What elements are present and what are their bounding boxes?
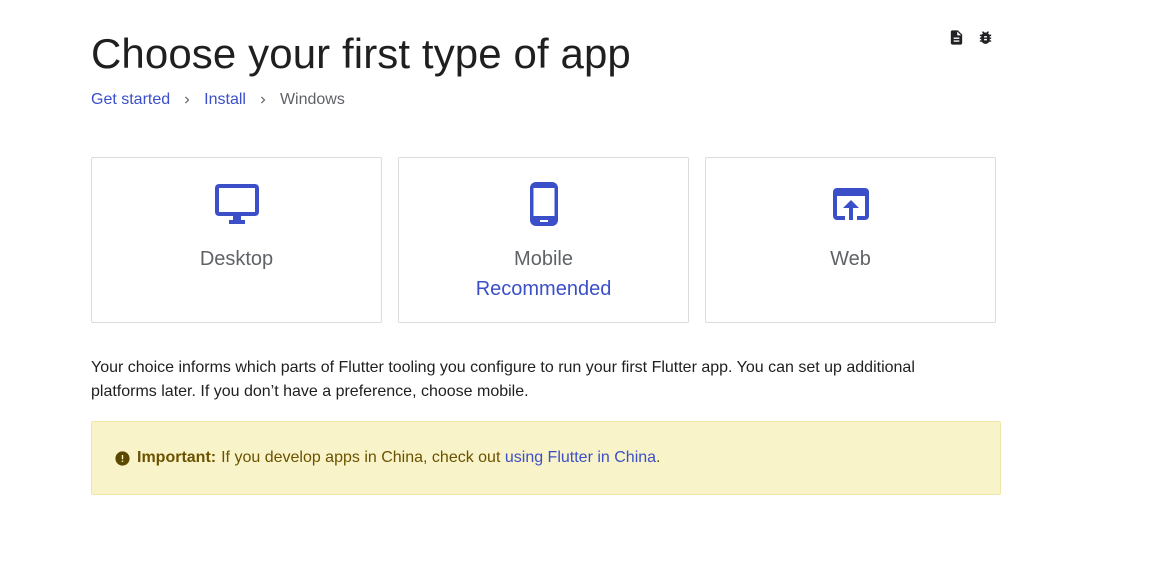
- desktop-icon: [213, 180, 261, 228]
- mobile-card[interactable]: Mobile Recommended: [398, 157, 689, 323]
- mobile-card-label: Mobile: [514, 248, 573, 270]
- breadcrumb-install[interactable]: Install: [204, 90, 246, 110]
- important-callout: Important: If you develop apps in China,…: [91, 421, 1001, 495]
- mobile-icon: [520, 180, 568, 228]
- breadcrumb-windows: Windows: [279, 91, 345, 108]
- chevron-right-icon: [175, 90, 199, 110]
- app-type-cards: Desktop Mobile Recommended Web: [91, 157, 996, 323]
- callout-trailing: .: [656, 449, 661, 466]
- web-card-label: Web: [830, 248, 871, 270]
- breadcrumb: Get started Install Windows: [91, 90, 345, 110]
- recommended-label: Recommended: [475, 278, 612, 300]
- desktop-card[interactable]: Desktop: [91, 157, 382, 323]
- web-icon: [827, 180, 875, 228]
- bug-icon[interactable]: [977, 29, 994, 46]
- chevron-right-icon: [251, 90, 275, 110]
- document-icon[interactable]: [948, 29, 965, 46]
- page-actions: [948, 29, 994, 46]
- description-text: Your choice informs which parts of Flutt…: [91, 359, 915, 400]
- exclamation-circle-icon: [114, 450, 131, 467]
- desktop-card-label: Desktop: [199, 248, 274, 270]
- china-link[interactable]: using Flutter in China: [505, 449, 656, 467]
- callout-text: If you develop apps in China, check out: [221, 449, 501, 466]
- web-card[interactable]: Web: [705, 157, 996, 323]
- callout-heading: Important:: [137, 449, 217, 466]
- page-title: Choose your first type of app: [91, 30, 631, 77]
- breadcrumb-get-started[interactable]: Get started: [91, 90, 170, 110]
